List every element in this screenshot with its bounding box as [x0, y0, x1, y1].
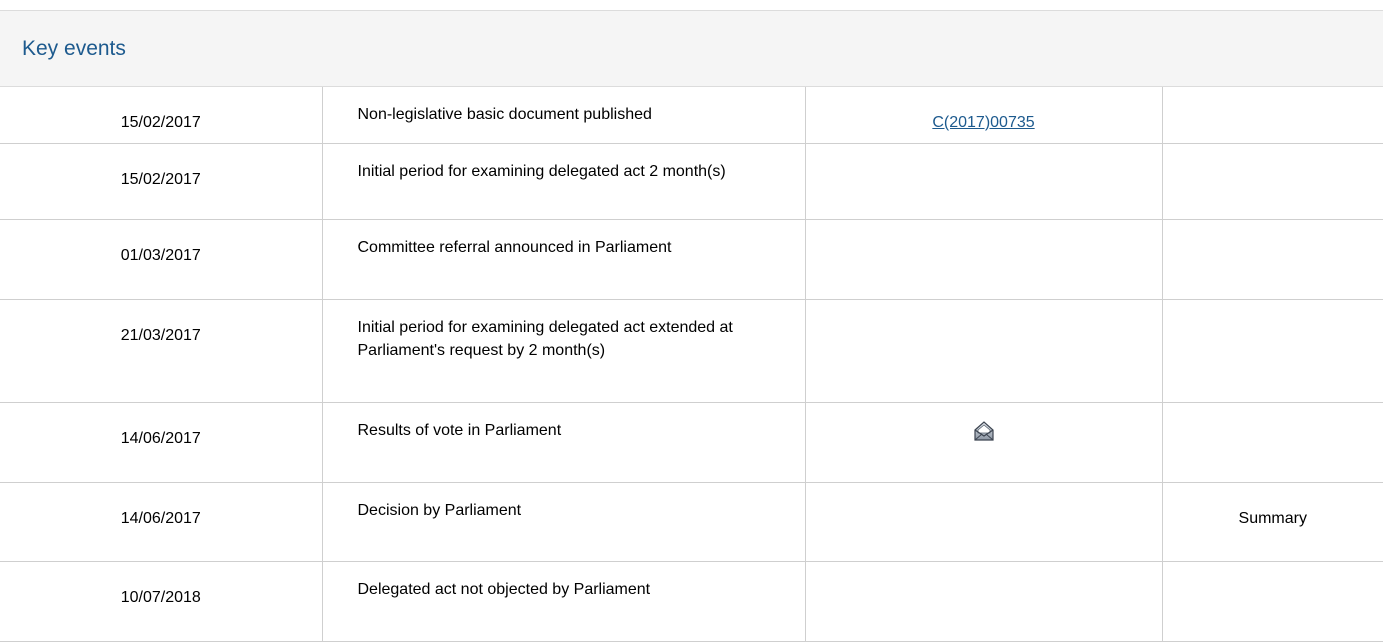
event-date: 14/06/2017	[0, 482, 323, 562]
table-row: 15/02/2017 Non-legislative basic documen…	[0, 87, 1383, 144]
table-row: 15/02/2017 Initial period for examining …	[0, 143, 1383, 220]
section-title[interactable]: Key events	[22, 37, 126, 61]
event-date: 10/07/2018	[0, 561, 323, 642]
document-reference-link[interactable]: C(2017)00735	[932, 114, 1034, 131]
event-description: Committee referral announced in Parliame…	[322, 219, 806, 300]
event-date: 21/03/2017	[0, 299, 323, 403]
table-row: 01/03/2017 Committee referral announced …	[0, 219, 1383, 300]
event-summary	[1162, 402, 1383, 483]
table-row: 14/06/2017 Decision by Parliament Summar…	[0, 482, 1383, 562]
summary-link[interactable]: Summary	[1162, 482, 1383, 562]
event-reference	[805, 143, 1163, 220]
event-date: 14/06/2017	[0, 402, 323, 483]
event-description: Results of vote in Parliament	[322, 402, 806, 483]
event-summary	[1162, 87, 1383, 144]
event-description: Non-legislative basic document published	[322, 87, 806, 144]
table-row: 21/03/2017 Initial period for examining …	[0, 299, 1383, 403]
event-summary	[1162, 219, 1383, 300]
event-description: Delegated act not objected by Parliament	[322, 561, 806, 642]
envelope-icon	[973, 420, 994, 441]
table-row: 14/06/2017 Results of vote in Parliament	[0, 402, 1383, 483]
event-description: Initial period for examining delegated a…	[322, 299, 806, 403]
event-summary	[1162, 561, 1383, 642]
key-events-table: 15/02/2017 Non-legislative basic documen…	[0, 87, 1383, 642]
event-reference: C(2017)00735	[805, 87, 1163, 144]
event-description: Initial period for examining delegated a…	[322, 143, 806, 220]
event-date: 01/03/2017	[0, 219, 323, 300]
event-date: 15/02/2017	[0, 87, 323, 144]
event-reference	[805, 561, 1163, 642]
event-reference	[805, 482, 1163, 562]
event-reference	[805, 299, 1163, 403]
event-reference	[805, 219, 1163, 300]
key-events-header[interactable]: Key events	[0, 10, 1383, 87]
event-date: 15/02/2017	[0, 143, 323, 220]
event-reference	[805, 402, 1163, 483]
table-row: 10/07/2018 Delegated act not objected by…	[0, 561, 1383, 642]
key-events-panel: Key events 15/02/2017 Non-legislative ba…	[0, 0, 1383, 642]
event-summary	[1162, 143, 1383, 220]
vote-results-icon[interactable]	[973, 419, 995, 443]
event-description: Decision by Parliament	[322, 482, 806, 562]
event-summary	[1162, 299, 1383, 403]
